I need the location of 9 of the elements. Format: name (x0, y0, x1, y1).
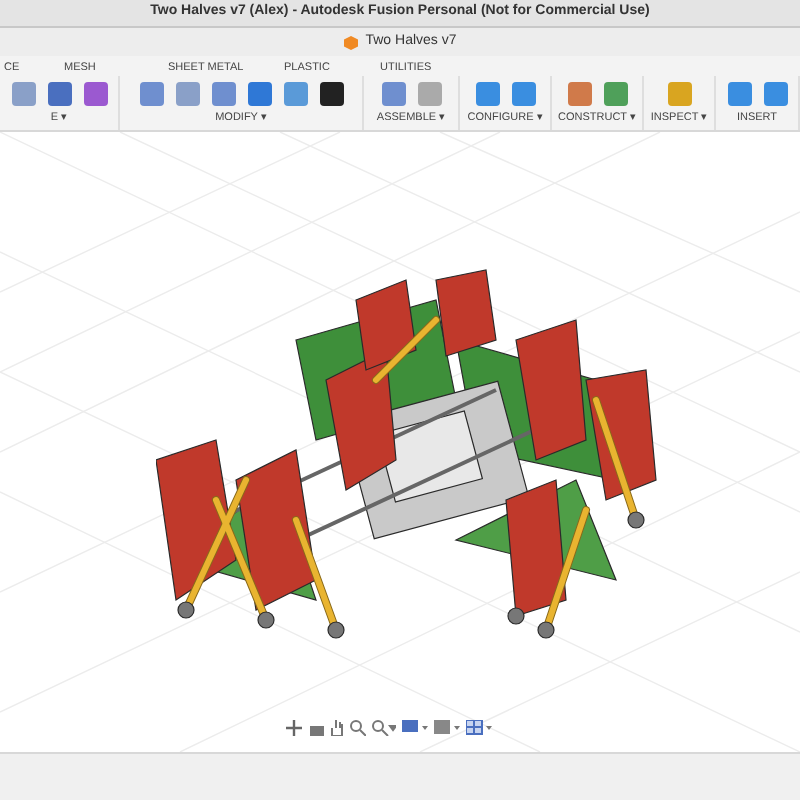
visual-style-icon[interactable] (434, 720, 460, 736)
display-icon[interactable] (402, 720, 428, 736)
grid-icon[interactable] (466, 720, 492, 736)
cube-icon (343, 35, 358, 49)
zoom-icon[interactable] (350, 720, 366, 736)
orbit-icon[interactable] (286, 720, 304, 736)
zoom-window-icon[interactable] (372, 720, 396, 736)
hand-icon[interactable] (330, 720, 344, 736)
camera-icon[interactable] (310, 721, 324, 735)
